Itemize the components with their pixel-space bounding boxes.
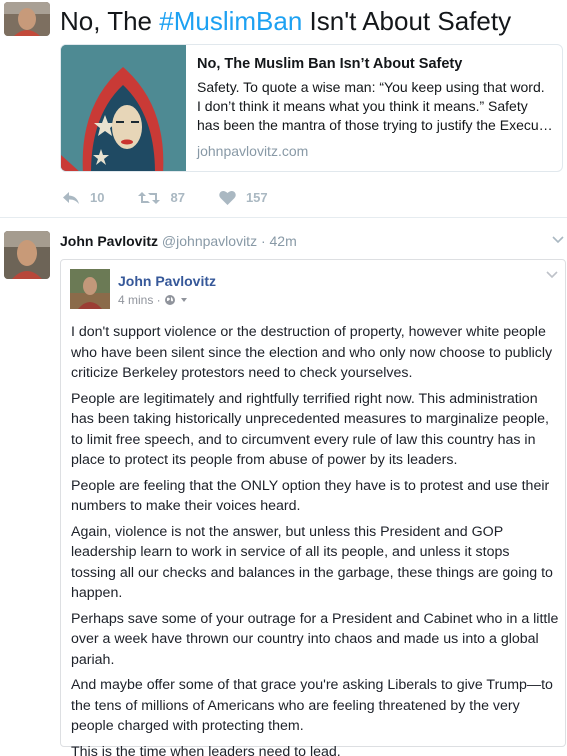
paragraph: People are legitimately and rightfully t… xyxy=(71,390,549,469)
chevron-down-icon xyxy=(180,298,187,302)
card-description: Safety. To quote a wise man: “You keep u… xyxy=(197,79,553,133)
author-name[interactable]: John Pavlovitz xyxy=(60,233,158,249)
like-count: 157 xyxy=(245,190,268,205)
tweet-actions: 10 87 157 xyxy=(62,190,302,205)
fb-author-name: John Pavlovitz xyxy=(118,273,217,289)
fb-post-meta: 4 mins · xyxy=(118,293,189,307)
tweet-text: No, The #MuslimBan Isn't About Safety xyxy=(60,6,512,36)
chevron-down-icon[interactable] xyxy=(552,236,564,244)
retweet-icon xyxy=(138,191,161,204)
like-button[interactable]: 157 xyxy=(219,190,268,205)
facebook-post-image: John Pavlovitz 4 mins · I don't support … xyxy=(60,259,566,756)
card-title: No, The Muslim Ban Isn’t About Safety xyxy=(197,56,463,72)
card-image xyxy=(61,45,186,171)
retweet-count: 87 xyxy=(170,190,185,205)
author-handle[interactable]: @johnpavlovitz xyxy=(162,233,257,249)
heart-icon xyxy=(219,190,236,205)
tweet-top: No, The #MuslimBan Isn't About Safety No… xyxy=(0,0,567,218)
paragraph: People are feeling that the ONLY option … xyxy=(71,477,550,515)
fb-post-time: 4 mins · xyxy=(118,293,161,307)
tweet-time[interactable]: · 42m xyxy=(257,233,297,249)
reply-count: 10 xyxy=(90,190,105,205)
reply-icon xyxy=(63,191,79,204)
paragraph: Perhaps save some of your outrage for a … xyxy=(71,610,559,668)
fb-post-text: I don't support violence or the destruct… xyxy=(71,322,563,756)
avatar[interactable] xyxy=(4,2,50,36)
tweet-header: John Pavlovitz @johnpavlovitz · 42m xyxy=(60,232,297,250)
retweet-button[interactable]: 87 xyxy=(138,190,185,205)
reply-button[interactable]: 10 xyxy=(62,190,104,205)
paragraph: And maybe offer some of that grace you'r… xyxy=(71,677,553,734)
card-domain: johnpavlovitz.com xyxy=(197,143,309,159)
avatar[interactable] xyxy=(4,231,50,279)
paragraph: This is the time when leaders need to le… xyxy=(71,743,341,756)
paragraph: Again, violence is not the answer, but u… xyxy=(71,523,553,602)
chevron-down-icon xyxy=(546,271,558,279)
hashtag-link[interactable]: #MuslimBan xyxy=(159,6,302,36)
paragraph: I don't support violence or the destruct… xyxy=(71,324,553,381)
link-card[interactable]: No, The Muslim Ban Isn’t About Safety Sa… xyxy=(60,44,563,172)
tweet-bottom: John Pavlovitz @johnpavlovitz · 42m John… xyxy=(0,219,567,756)
fb-avatar xyxy=(70,269,110,309)
globe-icon xyxy=(164,295,175,305)
